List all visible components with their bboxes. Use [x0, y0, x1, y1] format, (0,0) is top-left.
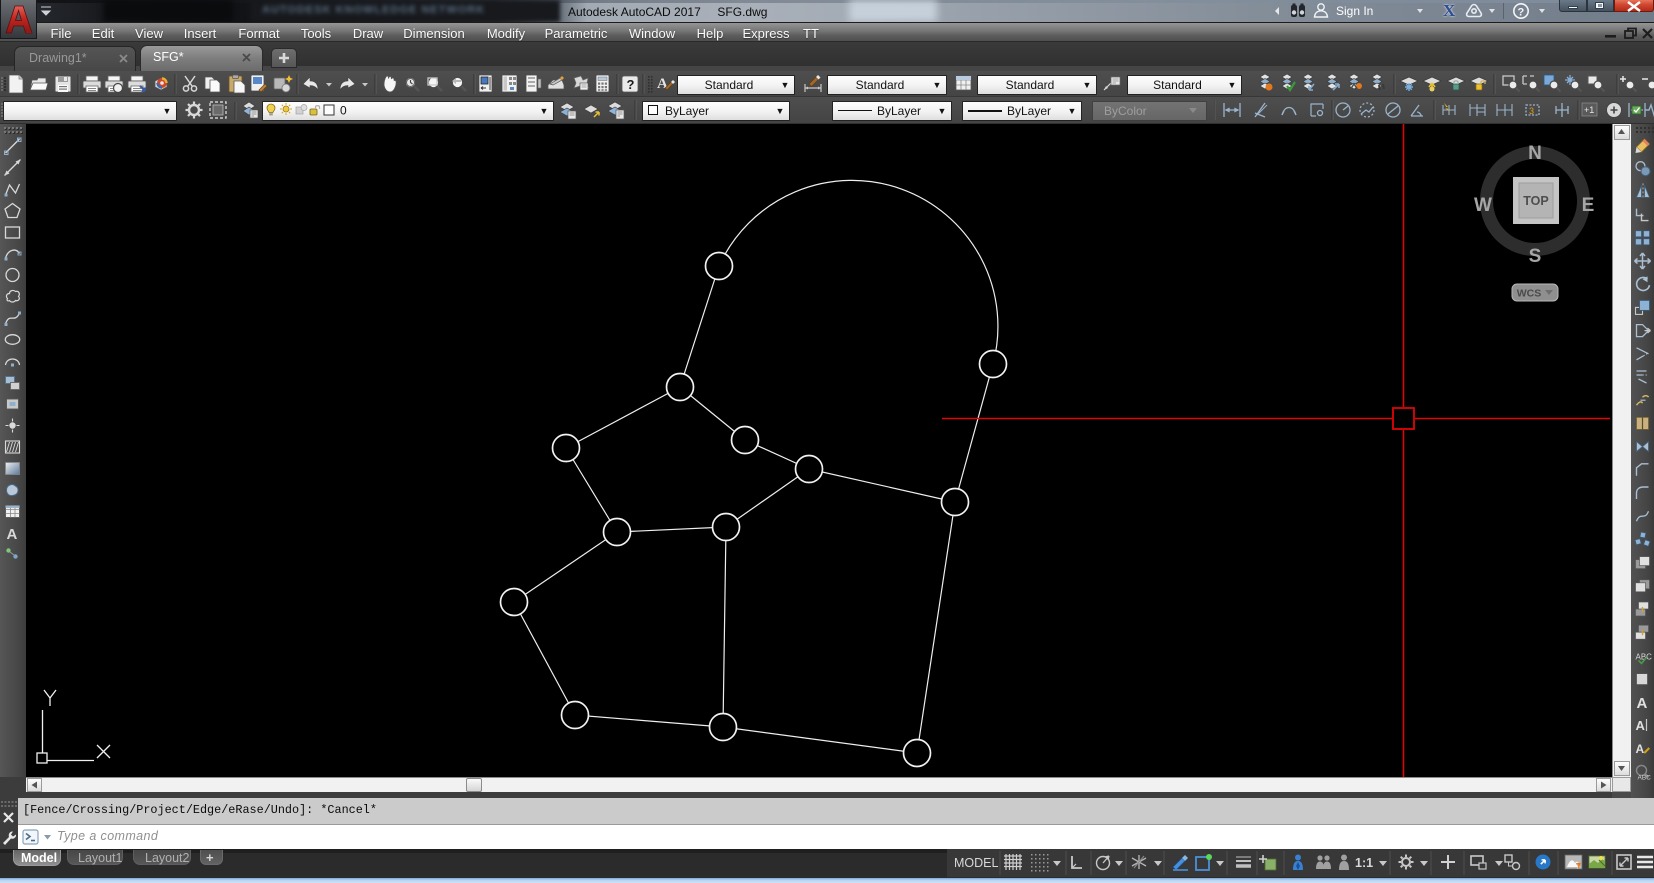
svg-text:3: 3: [1529, 106, 1534, 116]
svg-text:?: ?: [1518, 7, 1525, 19]
svg-text:+1: +1: [1584, 105, 1594, 115]
svg-text:W: W: [1474, 195, 1492, 216]
svg-text:TOP: TOP: [1523, 194, 1548, 208]
svg-text:WCS: WCS: [1517, 288, 1542, 300]
svg-text:MODEL: MODEL: [954, 856, 999, 870]
svg-text:0: 0: [340, 104, 347, 118]
svg-text:S: S: [1529, 246, 1542, 267]
svg-text:E: E: [1582, 195, 1595, 216]
svg-text:?: ?: [627, 77, 635, 92]
svg-text:X: X: [1443, 1, 1456, 20]
svg-text:A: A: [1636, 742, 1645, 756]
svg-text:1:1: 1:1: [1355, 856, 1373, 870]
svg-text:ABC: ABC: [1638, 774, 1652, 781]
svg-text:N: N: [1528, 143, 1542, 164]
svg-text:A: A: [7, 526, 18, 543]
svg-text:A: A: [1636, 718, 1646, 733]
svg-text:A: A: [1637, 695, 1648, 712]
svg-text:Sign In: Sign In: [1336, 4, 1373, 18]
